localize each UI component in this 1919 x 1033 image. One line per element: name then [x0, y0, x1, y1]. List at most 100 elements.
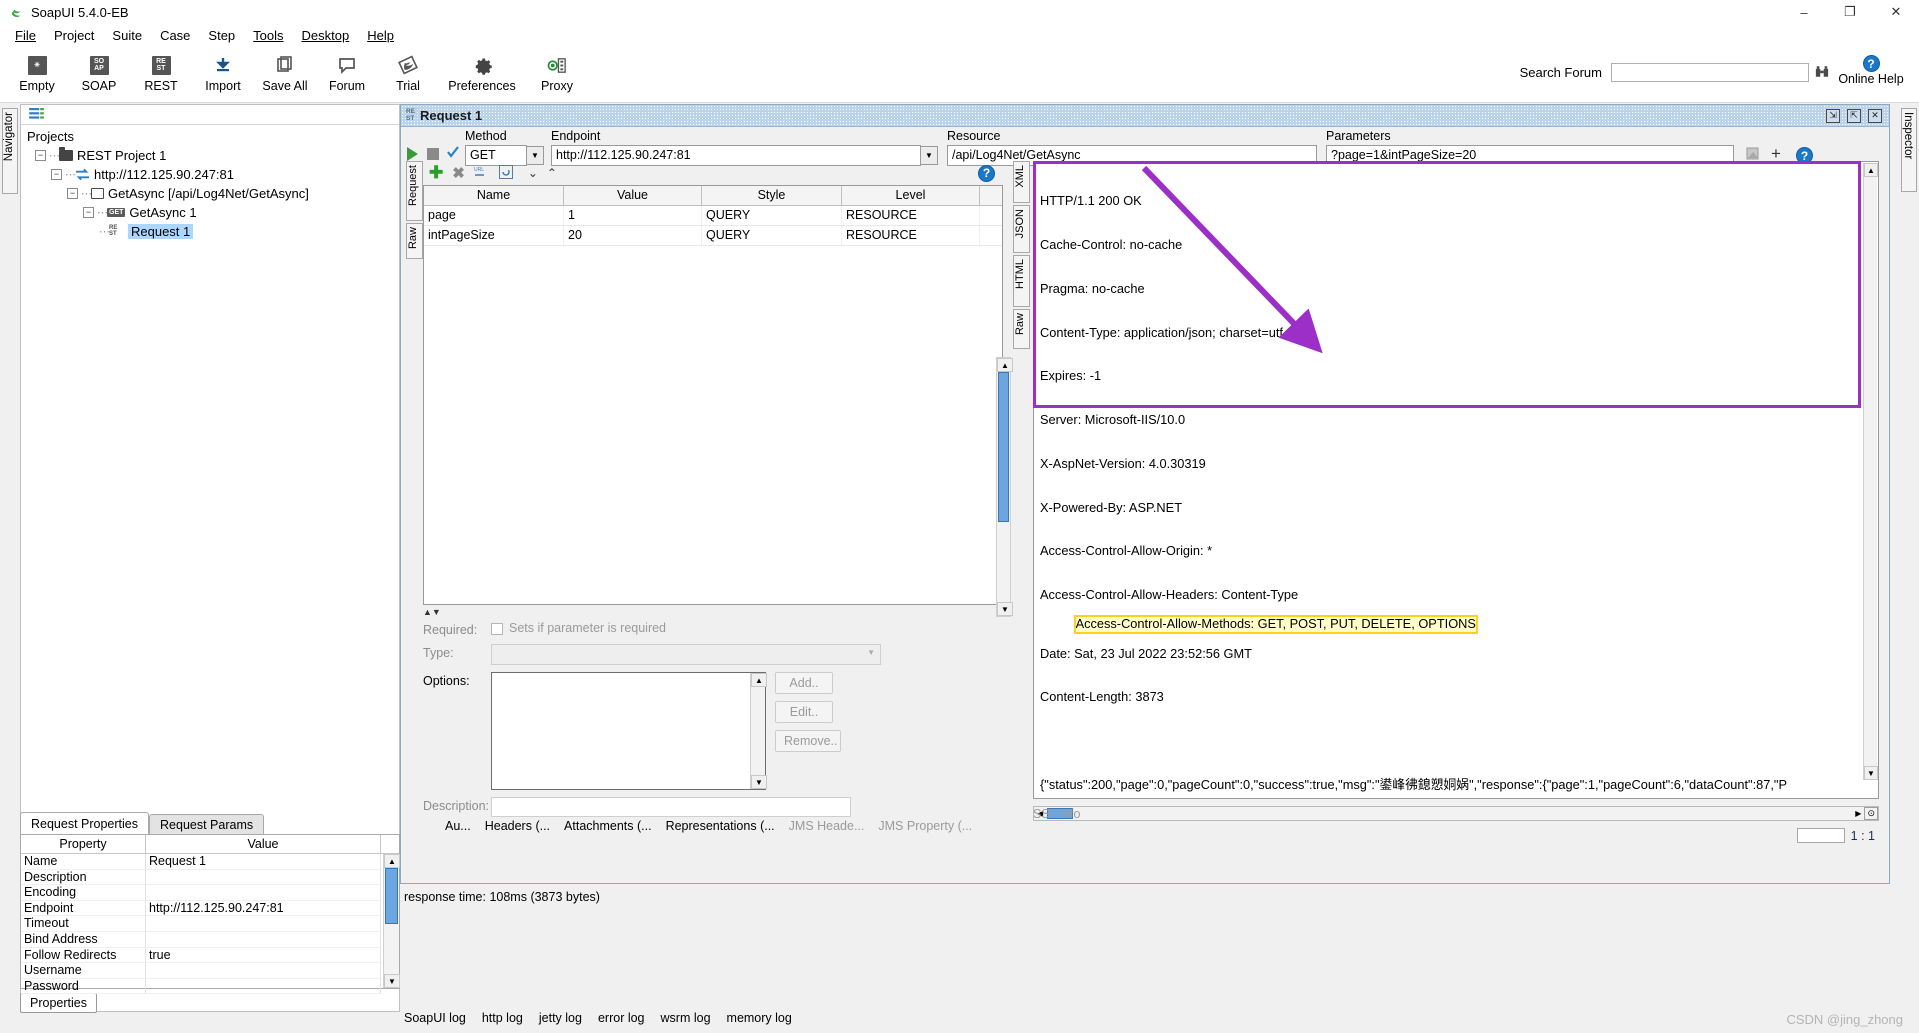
menu-project[interactable]: Project	[45, 26, 103, 45]
tab-http-log[interactable]: http log	[482, 1011, 523, 1025]
move-up-icon[interactable]: ⌃	[547, 166, 557, 180]
cell-value[interactable]	[146, 916, 381, 932]
menu-step[interactable]: Step	[199, 26, 244, 45]
table-row[interactable]: Bind Address	[21, 931, 399, 948]
minimize-button[interactable]: –	[1781, 0, 1827, 24]
tab-jetty-log[interactable]: jetty log	[539, 1011, 582, 1025]
response-vertical-scrollbar[interactable]: ▲ ▼	[1863, 163, 1878, 780]
cell-style[interactable]: QUERY	[702, 226, 842, 245]
new-rest-project-button[interactable]: RE ST REST	[130, 49, 192, 93]
tab-soapui-log[interactable]: SoapUI log	[404, 1011, 466, 1025]
cell-value[interactable]: Request 1	[146, 854, 381, 870]
cell-name[interactable]: intPageSize	[424, 226, 564, 245]
scroll-down-arrow-icon[interactable]: ▼	[751, 775, 767, 789]
scrollbar-thumb[interactable]	[998, 372, 1009, 522]
expander-icon[interactable]: −	[51, 169, 62, 180]
import-project-button[interactable]: Import	[192, 49, 254, 93]
vtab-raw[interactable]: Raw	[406, 223, 423, 259]
scroll-down-arrow-icon[interactable]: ▼	[384, 974, 400, 988]
scroll-down-arrow-icon[interactable]: ▼	[997, 602, 1013, 616]
add-param-icon[interactable]: ✚	[429, 163, 443, 183]
plus-icon[interactable]: +	[1771, 145, 1781, 162]
cell-level[interactable]: RESOURCE	[842, 226, 980, 245]
cell-value[interactable]: 1	[564, 206, 702, 225]
tree-item-method-getasync1[interactable]: − ⋯ GET GetAsync 1	[23, 203, 399, 222]
vtab-raw[interactable]: Raw	[1013, 309, 1030, 349]
stop-request-button[interactable]	[427, 148, 439, 160]
tab-error-log[interactable]: error log	[598, 1011, 645, 1025]
expander-icon[interactable]: −	[35, 150, 46, 161]
proxy-button[interactable]: Proxy	[526, 49, 588, 93]
table-row[interactable]: page 1 QUERY RESOURCE	[424, 206, 1002, 226]
menu-help[interactable]: Help	[358, 26, 403, 45]
new-soap-project-button[interactable]: SO AP SOAP	[68, 49, 130, 93]
menu-desktop[interactable]: Desktop	[293, 26, 359, 45]
detail-vertical-scrollbar[interactable]: ▲ ▼	[996, 357, 1013, 617]
cell-value[interactable]: 20	[564, 226, 702, 245]
table-row[interactable]: Username	[21, 963, 399, 979]
cell-value[interactable]: http://112.125.90.247:81	[146, 900, 381, 917]
add-option-button[interactable]: Add..	[775, 672, 833, 694]
scrollbar-thumb[interactable]	[385, 868, 398, 924]
close-pane-button[interactable]: ✕	[1868, 108, 1882, 123]
expander-icon[interactable]: −	[83, 207, 94, 218]
expander-icon[interactable]: −	[67, 188, 78, 199]
menu-case[interactable]: Case	[151, 26, 199, 45]
split-resize-handle[interactable]: ▲▼	[423, 607, 1003, 617]
vtab-html[interactable]: HTML	[1013, 255, 1030, 307]
scroll-right-arrow-icon[interactable]: ▶	[1852, 809, 1864, 818]
new-empty-project-button[interactable]: ✳ Empty	[6, 49, 68, 93]
cell-value[interactable]: true	[146, 947, 381, 964]
table-row[interactable]: Timeout	[21, 916, 399, 932]
tab-representations[interactable]: Representations (...	[666, 819, 775, 833]
table-row[interactable]: Encoding	[21, 885, 399, 901]
menu-suite[interactable]: Suite	[103, 26, 151, 45]
scroll-up-arrow-icon[interactable]: ▲	[997, 358, 1013, 372]
response-horizontal-scrollbar[interactable]: ◀ ▶ ⊙	[1033, 806, 1879, 821]
tab-wsrm-log[interactable]: wsrm log	[661, 1011, 711, 1025]
forum-button[interactable]: Forum	[316, 49, 378, 93]
remove-param-icon[interactable]: ✖	[452, 164, 465, 182]
tree-item-resource-getasync[interactable]: − ⋯ GetAsync [/api/Log4Net/GetAsync]	[23, 184, 399, 203]
cell-value[interactable]	[146, 978, 381, 995]
ssl-info-label[interactable]: SSL Info	[1033, 807, 1081, 821]
trial-button[interactable]: Trial	[378, 49, 438, 93]
run-request-button[interactable]	[407, 147, 418, 161]
refresh-param-icon[interactable]	[498, 164, 513, 182]
cell-name[interactable]: page	[424, 206, 564, 225]
table-row[interactable]: intPageSize 20 QUERY RESOURCE	[424, 226, 1002, 246]
cell-value[interactable]	[146, 963, 381, 979]
tree-root-projects[interactable]: Projects	[23, 127, 399, 146]
edit-option-button[interactable]: Edit..	[775, 701, 833, 723]
cell-level[interactable]: RESOURCE	[842, 206, 980, 225]
cell-style[interactable]: QUERY	[702, 206, 842, 225]
tab-auth[interactable]: Au...	[445, 819, 471, 833]
table-row[interactable]: Follow Redirects true	[21, 947, 399, 964]
description-input[interactable]	[491, 797, 851, 817]
url-encode-icon[interactable]: URL	[474, 165, 490, 182]
scroll-down-arrow-icon[interactable]: ▼	[1864, 766, 1878, 780]
options-list[interactable]: ▲ ▼	[491, 672, 767, 790]
properties-button[interactable]: Properties	[20, 993, 97, 1013]
minimize-pane-button[interactable]: ⇲	[1826, 108, 1840, 123]
help-circle-icon[interactable]: ?	[978, 164, 995, 182]
move-down-icon[interactable]: ⌄	[528, 166, 538, 180]
navigator-tab[interactable]: Navigator	[2, 108, 18, 194]
tab-request-params[interactable]: Request Params	[149, 814, 265, 834]
vtab-json[interactable]: JSON	[1013, 205, 1030, 253]
response-content-box[interactable]: HTTP/1.1 200 OK Cache-Control: no-cache …	[1033, 161, 1879, 799]
table-row[interactable]: Description	[21, 869, 399, 886]
tab-attachments[interactable]: Attachments (...	[564, 819, 652, 833]
tree-item-rest-project[interactable]: − ⋯ REST Project 1	[23, 146, 399, 165]
table-row[interactable]: Endpoint http://112.125.90.247:81	[21, 900, 399, 917]
tree-item-service-endpoint[interactable]: − ⋯ http://112.125.90.247:81	[23, 165, 399, 184]
binoculars-icon[interactable]	[1815, 65, 1829, 81]
required-checkbox[interactable]	[491, 623, 503, 635]
type-select[interactable]: ▼	[491, 644, 881, 665]
cell-value[interactable]	[146, 885, 381, 901]
maximize-pane-button[interactable]: ⇱	[1847, 108, 1861, 123]
remove-option-button[interactable]: Remove..	[775, 730, 841, 752]
search-forum-input[interactable]	[1611, 63, 1809, 82]
menu-file[interactable]: File	[6, 26, 45, 45]
scroll-corner-icon[interactable]: ⊙	[1864, 807, 1878, 820]
